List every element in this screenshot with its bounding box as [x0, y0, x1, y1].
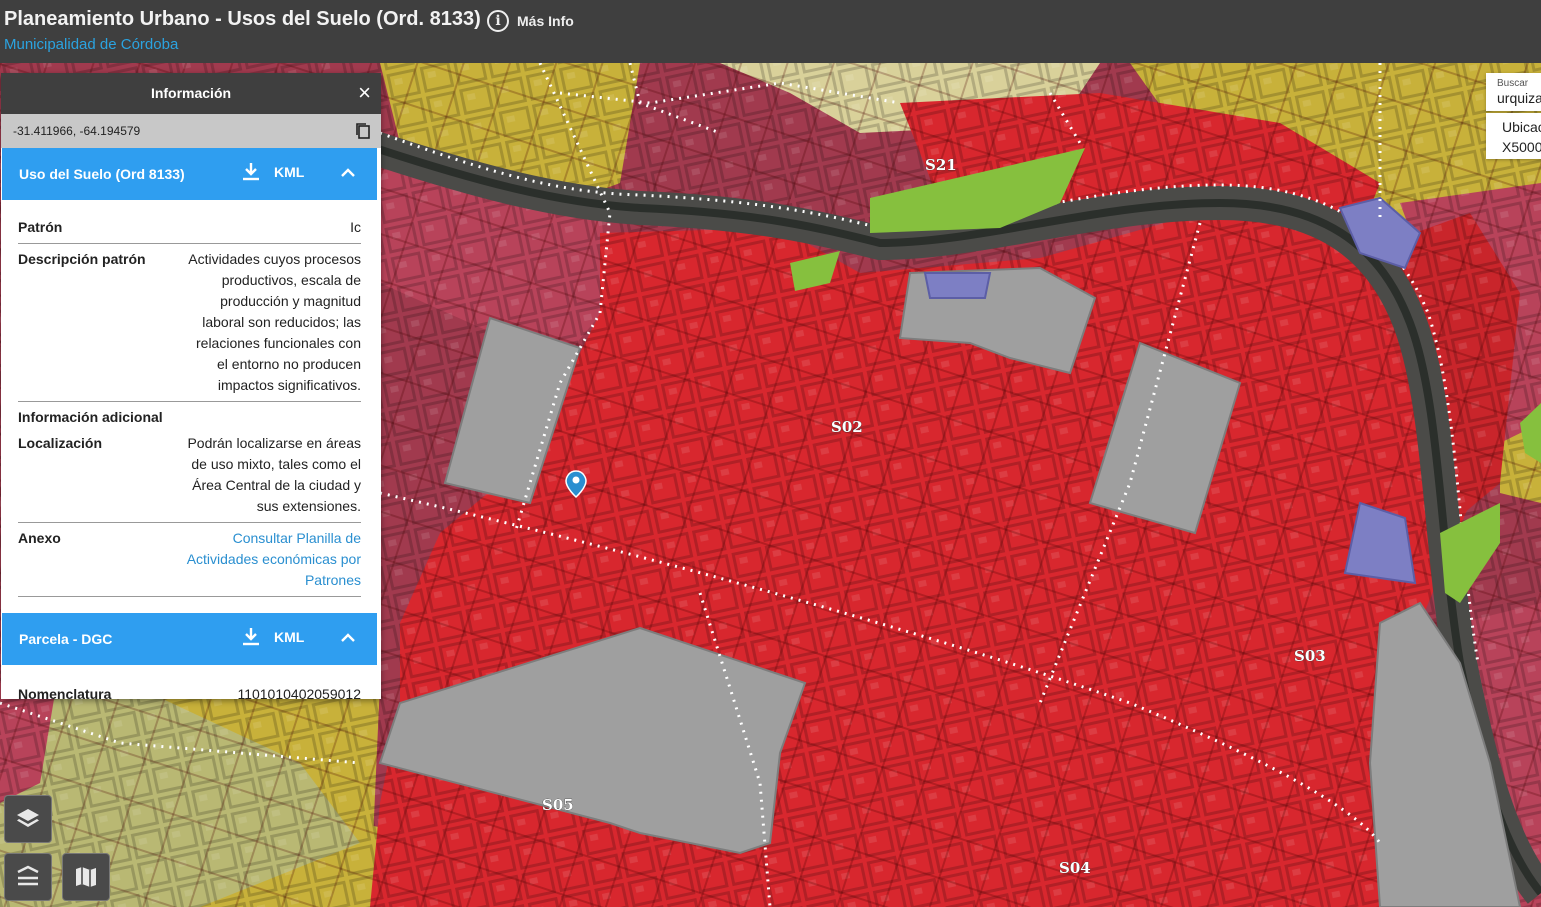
zone-label-s04: S04	[1059, 859, 1091, 877]
anexo-link[interactable]: Consultar Planilla de Actividades económ…	[186, 528, 361, 591]
section-title: Parcela - DGC	[19, 631, 113, 647]
chevron-up-icon[interactable]	[340, 163, 356, 183]
layers-button[interactable]	[4, 795, 52, 843]
detail-value: Ic	[350, 219, 361, 235]
detail-row: Descripción patrón Actividades cuyos pro…	[18, 244, 361, 402]
kml-label: KML	[274, 629, 305, 645]
search-label: Buscar	[1497, 78, 1529, 89]
detail-key: Información adicional	[18, 409, 163, 425]
section-header-parcela[interactable]: Parcela - DGC KML	[2, 613, 377, 665]
download-icon	[243, 628, 259, 646]
download-kml-button[interactable]: KML	[242, 162, 304, 182]
more-info-button[interactable]: i Más Info	[487, 8, 574, 34]
info-panel-title: Información	[150, 85, 232, 101]
coordinates-bar: -31.411966, -64.194579	[1, 114, 381, 148]
search-result[interactable]: Ubicac X5000	[1486, 113, 1541, 159]
map-icon	[76, 867, 96, 887]
detail-row: Información adicional	[18, 402, 361, 428]
section-header-uso-suelo[interactable]: Uso del Suelo (Ord 8133) KML	[2, 148, 377, 200]
search-result-line2: X5000	[1502, 139, 1541, 155]
detail-value: Podrán localizarse en áreas de uso mixto…	[187, 435, 361, 514]
zone-label-s02: S02	[831, 418, 863, 436]
detail-row: Localización Podrán localizarse en áreas…	[18, 428, 361, 523]
legend-icon	[17, 865, 39, 886]
detail-row: Patrón Ic	[18, 212, 361, 244]
info-panel: Información × -31.411966, -64.194579 Uso…	[1, 73, 381, 699]
detail-value: 1101010402059012	[237, 686, 361, 699]
detail-key: Patrón	[18, 219, 63, 235]
legend-button[interactable]	[4, 853, 52, 901]
search-field[interactable]: Buscar urquiza	[1486, 73, 1541, 111]
zone-label-s21: S21	[925, 156, 957, 174]
detail-key: Localización	[18, 435, 103, 451]
download-icon	[243, 163, 259, 181]
zone-label-s05: S05	[542, 796, 574, 814]
search-result-line1: Ubicac	[1502, 119, 1541, 135]
app-header: Planeamiento Urbano - Usos del Suelo (Or…	[0, 0, 1541, 63]
more-info-label: Más Info	[517, 13, 574, 29]
uso-suelo-details: Patrón Ic Descripción patrón Actividades…	[1, 200, 381, 597]
parcela-details: Nomenclatura 1101010402059012	[1, 665, 381, 699]
detail-key: Anexo	[18, 530, 61, 546]
app-title: Planeamiento Urbano - Usos del Suelo (Or…	[4, 8, 481, 30]
layers-icon	[17, 809, 39, 827]
detail-row: Anexo Consultar Planilla de Actividades …	[18, 523, 361, 597]
download-kml-button[interactable]: KML	[242, 627, 304, 647]
zone-label-s03: S03	[1294, 647, 1326, 665]
close-icon[interactable]: ×	[358, 82, 371, 104]
detail-key: Descripción patrón	[18, 251, 146, 267]
basemap-button[interactable]	[62, 853, 110, 901]
coordinates-value: -31.411966, -64.194579	[13, 124, 141, 138]
detail-value: Actividades cuyos procesos productivos, …	[188, 251, 361, 393]
chevron-up-icon[interactable]	[340, 628, 356, 648]
section-title: Uso del Suelo (Ord 8133)	[19, 166, 185, 182]
detail-row: Nomenclatura 1101010402059012	[18, 679, 361, 699]
search-input[interactable]: urquiza	[1497, 90, 1541, 106]
detail-key: Nomenclatura	[18, 686, 112, 699]
info-icon: i	[487, 10, 509, 32]
kml-label: KML	[274, 164, 305, 180]
copy-icon[interactable]	[355, 122, 371, 140]
app-subtitle: Municipalidad de Córdoba	[4, 36, 179, 53]
info-panel-header: Información ×	[1, 73, 381, 114]
